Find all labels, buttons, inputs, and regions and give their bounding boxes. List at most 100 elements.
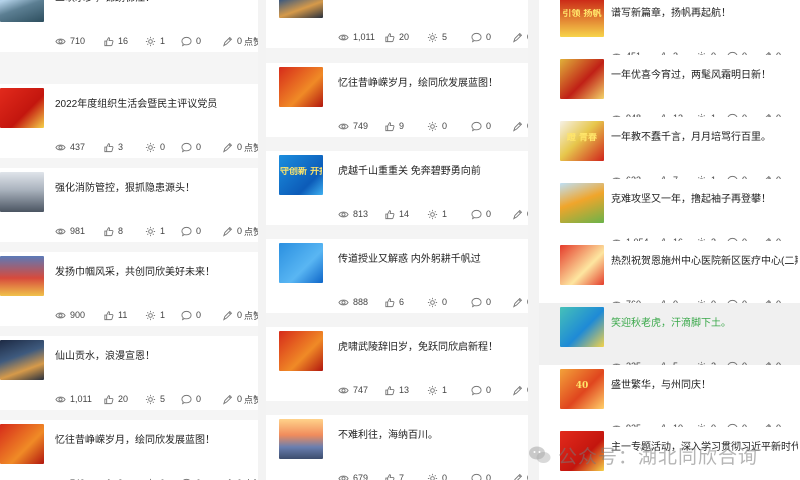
article-thumbnail[interactable] (279, 243, 323, 283)
share-icon (427, 209, 438, 219)
article-thumbnail[interactable]: 守创新 开拓进取 (279, 155, 323, 195)
like-action-link[interactable]: 点赞 (244, 476, 258, 480)
article-thumbnail[interactable] (279, 0, 323, 18)
comments-count: 0 (196, 310, 202, 320)
article-card[interactable]: 传道授业又解惑 内外躬耕千帆过 888 6 0 0 0 (266, 239, 528, 313)
comments-stat: 0 (471, 30, 491, 44)
like-action-link[interactable]: 点赞 (244, 392, 258, 406)
article-thumbnail[interactable] (0, 424, 44, 464)
likes-stat: 20 (103, 392, 128, 406)
article-thumbnail[interactable]: 蹬 青春 (560, 121, 604, 161)
comments-count: 0 (196, 394, 202, 404)
article-title[interactable]: 克难攻坚又一年，撸起袖子再登攀！ (611, 193, 798, 207)
article-card[interactable]: 2022年度组织生活会暨民主评议党员 437 3 0 0 0 点赞 (0, 84, 258, 158)
article-title[interactable]: 不难利往，海纳百川。 (338, 429, 526, 443)
article-thumbnail[interactable] (279, 331, 323, 371)
article-stats: 710 16 1 0 0 点赞 (0, 34, 258, 48)
article-thumbnail[interactable] (560, 59, 604, 99)
article-thumbnail[interactable] (0, 88, 44, 128)
wows-count: 0 (237, 142, 243, 152)
article-card[interactable]: 守创新 开拓进取 虎越千山重重关 免奔碧野勇向前 813 14 1 0 0 (266, 151, 528, 225)
article-title[interactable]: 忆往昔峥嵘岁月，绘同欣发展蓝图！ (338, 77, 526, 91)
shares-stat: 1 (427, 383, 447, 397)
like-action-link[interactable]: 点赞 (244, 34, 258, 48)
like-icon (385, 32, 395, 42)
like-action-link[interactable]: 点赞 (244, 308, 258, 322)
article-thumbnail[interactable] (560, 307, 604, 347)
article-thumbnail[interactable] (279, 67, 323, 107)
likes-stat: 9 (384, 119, 404, 133)
article-thumbnail[interactable] (0, 172, 44, 212)
views-stat: 437 (55, 140, 85, 154)
article-title[interactable]: 笑迎秋老虎，汗滴脚下土。 (611, 317, 798, 331)
comments-count: 0 (486, 297, 492, 307)
article-card[interactable]: 仙山贡水，浪漫宣恩！ 1,011 20 5 0 0 点赞 (0, 336, 258, 410)
wows-count: 0 (527, 30, 528, 44)
article-card[interactable]: 虎啸武陵辞旧岁，免跃同欣启新程！ 747 13 1 0 0 (266, 327, 528, 401)
like-icon (385, 473, 395, 480)
article-title[interactable]: 虎啸武陵辞旧岁，免跃同欣启新程！ (338, 341, 526, 355)
comments-stat: 0 (471, 383, 491, 397)
wows-stat: 0 (512, 471, 528, 480)
article-title[interactable]: 传道授业又解惑 内外躬耕千帆过 (338, 253, 526, 267)
comment-icon (471, 121, 482, 132)
article-thumbnail[interactable] (560, 245, 604, 285)
article-title[interactable]: 一年优喜今宵过，两髦风霜明日新！ (611, 69, 798, 83)
article-thumbnail[interactable] (0, 256, 44, 296)
views-stat: 1,011 (55, 392, 92, 406)
article-card[interactable]: 发扬巾帼风采，共创同欣美好未来！ 900 11 1 0 0 点赞 (0, 252, 258, 326)
shares-count: 0 (442, 121, 448, 131)
wows-stat: 0 (512, 295, 528, 309)
article-card[interactable]: 仙山贡水，浪漫宣恩！ 1,011 20 5 0 0 (266, 0, 528, 48)
article-stats: 900 11 1 0 0 点赞 (0, 308, 258, 322)
article-title[interactable]: 发扬巾帼风采，共创同欣美好未来！ (55, 266, 256, 280)
views-count: 437 (70, 142, 86, 152)
article-thumbnail[interactable]: 40 (560, 369, 604, 409)
wow-icon (514, 473, 523, 480)
like-action-link[interactable]: 点赞 (244, 224, 258, 238)
comments-stat: 0 (181, 224, 201, 238)
article-card[interactable]: 忆往昔峥嵘岁月，绘同欣发展蓝图！7499000点赞 (0, 420, 258, 480)
article-title[interactable]: 一年教不蠢千言，月月培骂行百里。 (611, 131, 798, 145)
wow-icon (223, 310, 233, 321)
views-stat: 888 (338, 295, 368, 309)
article-card[interactable]: 强化消防管控，狠抓隐患源头！ 981 8 1 0 0 点赞 (0, 168, 258, 242)
wow-icon (513, 32, 523, 43)
article-title[interactable]: 仙山贡水，浪漫宣恩！ (55, 350, 256, 364)
article-title[interactable]: 忆往昔峥嵘岁月，绘同欣发展蓝图！ (55, 434, 256, 448)
wow-icon (513, 297, 523, 308)
wows-stat: 0 (222, 476, 242, 480)
article-thumbnail[interactable] (560, 183, 604, 223)
article-title[interactable]: 虎越千山重重关 免奔碧野勇向前 (338, 165, 526, 179)
shares-count: 1 (160, 310, 166, 320)
article-title[interactable]: 2022年度组织生活会暨民主评议党员 (55, 98, 256, 112)
likes-count: 3 (118, 142, 124, 152)
shares-count: 0 (160, 142, 166, 152)
views-count: 710 (70, 36, 86, 46)
article-thumbnail[interactable] (279, 419, 323, 459)
like-action-link[interactable]: 点赞 (244, 140, 258, 154)
article-thumbnail[interactable] (0, 0, 44, 22)
article-title[interactable]: 盛世繁华，与州同庆！ (611, 379, 798, 393)
views-count: 679 (353, 473, 369, 480)
wows-count: 0 (237, 476, 242, 480)
article-thumbnail[interactable]: 引领 扬帆 (560, 0, 604, 37)
like-icon (104, 394, 114, 404)
article-card[interactable]: 不难利往，海纳百川。 679 7 0 0 0 (266, 415, 528, 480)
article-title[interactable]: 热烈祝贺恩施州中心医院新区医疗中心(二期)门急 (611, 255, 798, 269)
shares-count: 0 (160, 476, 165, 480)
article-title[interactable]: 谱写新篇章，扬帆再起航！ (611, 7, 798, 21)
watermark: 公众号：湖北同欣合询 (528, 438, 800, 472)
views-count: 900 (70, 310, 86, 320)
article-thumbnail[interactable] (0, 340, 44, 380)
wows-count: 0 (527, 119, 528, 133)
article-card[interactable]: 三峡水乡，锦绣秭江！ 71016100点赞 (0, 0, 258, 52)
article-card[interactable]: 忆往昔峥嵘岁月，绘同欣发展蓝图！ 749 9 0 0 0 (266, 63, 528, 137)
comment-icon (471, 297, 482, 308)
views-stat: 813 (338, 207, 368, 221)
article-title[interactable]: 仙山贡水，浪漫宣恩！ (338, 0, 526, 2)
article-title[interactable]: 强化消防管控，狠抓隐患源头！ (55, 182, 256, 196)
comment-icon (471, 473, 482, 480)
shares-count: 1 (160, 226, 166, 236)
article-title[interactable]: 三峡水乡，锦绣秭江！ (55, 0, 256, 6)
